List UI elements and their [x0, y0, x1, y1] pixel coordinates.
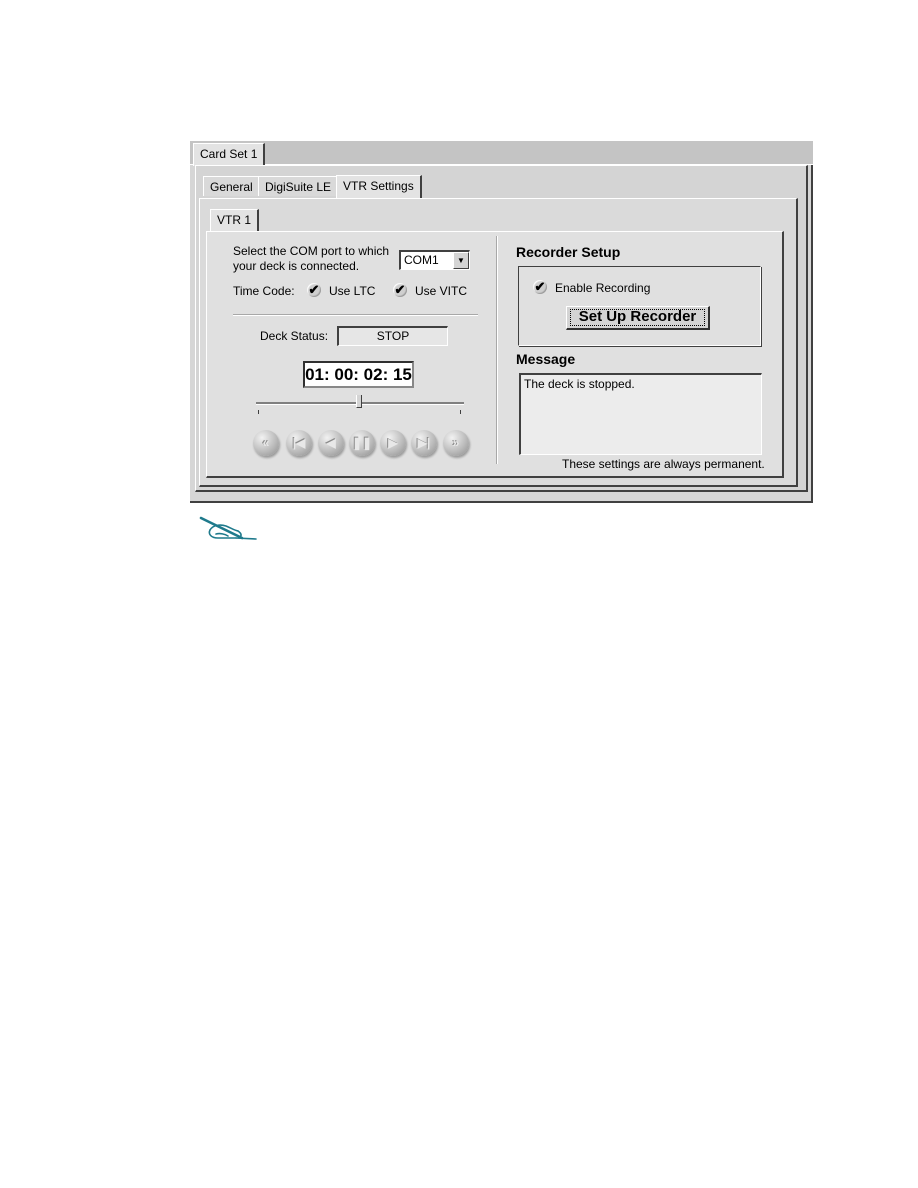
rewind-button[interactable]: «: [253, 430, 279, 456]
message-text: The deck is stopped.: [524, 377, 635, 391]
timecode-label: Time Code:: [233, 284, 295, 298]
deck-status-value: STOP: [337, 326, 448, 346]
com-port-select[interactable]: COM1 ▼: [399, 250, 470, 270]
play-reverse-icon: ◀: [326, 436, 336, 450]
fast-forward-icon: »: [452, 436, 460, 450]
card-set-tab-strip: [190, 141, 813, 165]
deck-status-label: Deck Status:: [260, 329, 329, 343]
com-prompt-line1: Select the COM port to which: [233, 244, 390, 258]
use-ltc-checkbox[interactable]: ✔: [307, 283, 321, 297]
use-vitc-label: Use VITC: [415, 284, 468, 298]
shuttle-slider-thumb[interactable]: [356, 395, 362, 408]
slider-tick-end: [460, 410, 461, 414]
pause-icon: ❚❚: [351, 436, 373, 450]
go-to-start-button[interactable]: |◀: [286, 430, 312, 456]
com-prompt-line2: your deck is connected.: [233, 259, 360, 273]
message-box: The deck is stopped.: [519, 373, 762, 455]
tab-card-set-1[interactable]: Card Set 1: [193, 143, 266, 166]
pause-button[interactable]: ❚❚: [349, 430, 375, 456]
chevron-down-icon[interactable]: ▼: [453, 252, 469, 269]
go-to-start-icon: |◀: [292, 436, 306, 450]
rewind-icon: «: [262, 436, 270, 450]
permanent-settings-note: These settings are always permanent.: [562, 457, 765, 471]
tab-digisuite-le[interactable]: DigiSuite LE: [258, 176, 340, 196]
play-button[interactable]: ▶: [380, 430, 406, 456]
note-hand-icon: [199, 516, 257, 540]
play-icon: ▶: [388, 436, 398, 450]
recorder-setup-heading: Recorder Setup: [516, 244, 621, 260]
com-port-value: COM1: [404, 253, 439, 267]
message-heading: Message: [516, 351, 576, 367]
column-divider: [496, 236, 498, 464]
section-divider: [233, 314, 478, 316]
use-ltc-label: Use LTC: [329, 284, 376, 298]
focus-rect: [570, 309, 705, 326]
play-reverse-button[interactable]: ◀: [318, 430, 344, 456]
fast-forward-button[interactable]: »: [443, 430, 469, 456]
timecode-display: 01: 00: 02: 15: [303, 361, 414, 388]
tab-vtr-1[interactable]: VTR 1: [210, 209, 260, 232]
tab-general[interactable]: General: [203, 176, 261, 196]
go-to-end-button[interactable]: ▶|: [411, 430, 437, 456]
use-vitc-checkbox[interactable]: ✔: [393, 283, 407, 297]
enable-recording-checkbox[interactable]: ✔: [533, 280, 547, 294]
tab-vtr-settings[interactable]: VTR Settings: [336, 175, 422, 198]
enable-recording-label: Enable Recording: [555, 281, 651, 295]
go-to-end-icon: ▶|: [417, 436, 431, 450]
set-up-recorder-button[interactable]: Set Up Recorder: [566, 306, 710, 330]
slider-tick-start: [258, 410, 259, 414]
